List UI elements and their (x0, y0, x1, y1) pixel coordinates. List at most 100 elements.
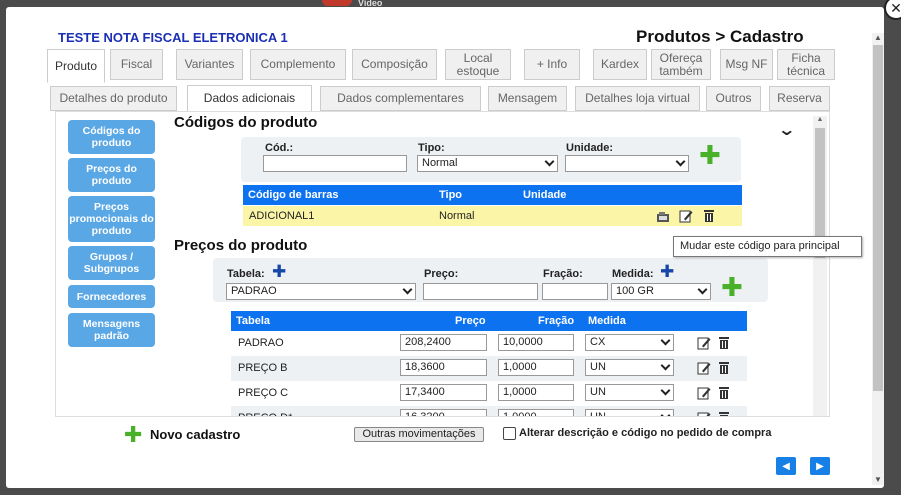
scroll-up-icon[interactable]: ▲ (872, 33, 884, 43)
trash-icon[interactable] (717, 386, 731, 400)
subtab-dados-complementares[interactable]: Dados complementares (320, 86, 481, 111)
company-name: TESTE NOTA FISCAL ELETRONICA 1 (58, 30, 288, 45)
row-fracao-input[interactable]: 1,0000 (498, 359, 574, 376)
tab-msg-nf[interactable]: Msg NF (720, 49, 773, 80)
tabela-label: Tabela: (227, 268, 265, 280)
edit-icon[interactable] (697, 361, 711, 375)
row-preco-input[interactable]: 16,3200 (400, 409, 487, 416)
col-codigo-barras: Código de barras (248, 189, 339, 201)
next-arrow-icon[interactable]: ▶ (810, 457, 830, 475)
fracao-input[interactable] (542, 283, 608, 300)
precos-table-row[interactable]: PREÇO C 17,3400 1,0000 UN (231, 381, 747, 406)
col-fracao: Fração (538, 315, 575, 327)
row-tabela: PREÇO B (238, 362, 288, 374)
precos-table-row[interactable]: PREÇO D* 16,3200 1,0000 UN (231, 406, 747, 417)
modal-scroll-thumb[interactable] (873, 45, 883, 391)
precos-table-row[interactable]: PADRAO 208,2400 10,0000 CX (231, 331, 747, 356)
tipo-label: Tipo: (418, 142, 445, 154)
tabela-select-value: PADRAO (231, 285, 277, 297)
row-fracao-input[interactable]: 1,0000 (498, 384, 574, 401)
alterar-descricao-label: Alterar descrição e código no pedido de … (519, 427, 772, 439)
row-preco-input[interactable]: 17,3400 (400, 384, 487, 401)
add-codigo-plus-icon[interactable]: ✚ (699, 142, 721, 168)
row-medida-select[interactable]: UN (585, 384, 674, 401)
content-frame: Códigos do produto Preços do produto Pre… (55, 111, 830, 417)
subtab-dados-adicionais[interactable]: Dados adicionais (187, 85, 312, 112)
subtab-reserva[interactable]: Reserva (769, 86, 830, 111)
trash-icon[interactable] (717, 361, 731, 375)
chevron-down-icon (402, 284, 413, 295)
subtab-detalhes-loja-virtual[interactable]: Detalhes loja virtual (575, 86, 700, 111)
tab-label: Complemento (260, 57, 336, 71)
preco-input[interactable] (423, 283, 538, 300)
row-medida-select[interactable]: UN (585, 409, 674, 416)
trash-icon[interactable] (717, 336, 731, 350)
subtab-outros[interactable]: Outros (706, 86, 761, 111)
trash-icon[interactable] (717, 411, 731, 417)
tab-label: Ficha técnica (786, 50, 826, 78)
add-preco-plus-icon[interactable]: ✚ (721, 274, 743, 300)
row-preco-input[interactable]: 18,3600 (400, 359, 487, 376)
tab-ofereca-tambem[interactable]: Ofereça também (651, 49, 711, 80)
precos-table-row[interactable]: PREÇO B 18,3600 1,0000 UN (231, 356, 747, 381)
tab-local-estoque[interactable]: Local estoque (445, 49, 511, 80)
tab-kardex[interactable]: Kardex (593, 49, 647, 80)
tab-label: Detalhes loja virtual (585, 91, 690, 105)
cod-input[interactable] (263, 155, 407, 172)
scroll-down-icon[interactable]: ▼ (872, 475, 884, 485)
tab-ficha-tecnica[interactable]: Ficha técnica (777, 49, 835, 80)
trash-icon[interactable] (702, 209, 716, 223)
chevron-down-icon (675, 156, 686, 167)
alterar-descricao-checkbox[interactable] (503, 427, 516, 440)
row-fracao-input[interactable]: 1,0000 (498, 409, 574, 416)
col-tabela: Tabela (236, 315, 271, 327)
subtab-detalhes-produto[interactable]: Detalhes do produto (50, 86, 177, 111)
tab-variantes[interactable]: Variantes (176, 49, 243, 80)
medida-label: Medida: (612, 268, 654, 280)
set-principal-icon[interactable] (656, 210, 670, 224)
add-medida-plus-icon[interactable]: ✚ (660, 263, 674, 280)
add-tabela-plus-icon[interactable]: ✚ (272, 263, 286, 280)
side-button-codigos[interactable]: Códigos do produto (68, 120, 155, 154)
novo-cadastro-button[interactable]: Novo cadastro (150, 427, 240, 442)
tab-composicao[interactable]: Composição (352, 49, 437, 80)
inner-scrollbar[interactable]: ▲ (813, 116, 827, 416)
row-medida-select[interactable]: UN (585, 359, 674, 376)
col-unidade: Unidade (523, 189, 567, 201)
tipo-select[interactable]: Normal (417, 155, 558, 172)
row-preco-input[interactable]: 208,2400 (400, 334, 487, 351)
edit-icon[interactable] (679, 209, 693, 223)
row-medida-value: CX (590, 336, 606, 348)
edit-icon[interactable] (697, 336, 711, 350)
tab-complemento[interactable]: Complemento (250, 49, 346, 80)
tab-produto[interactable]: Produto (47, 49, 105, 83)
outras-movimentacoes-button[interactable]: Outras movimentações (354, 427, 484, 442)
row-medida-select[interactable]: CX (585, 334, 674, 351)
previous-arrow-icon[interactable]: ◀ (776, 457, 796, 475)
tab-fiscal[interactable]: Fiscal (110, 49, 163, 80)
row-fracao-input[interactable]: 10,0000 (498, 334, 574, 351)
collapse-chevron-icon[interactable]: ⌄ (777, 120, 796, 140)
edit-icon[interactable] (697, 386, 711, 400)
cod-label: Cód.: (265, 142, 294, 154)
tab-label: Local estoque (456, 50, 500, 78)
side-button-precos-promocionais[interactable]: Preços promocionais do produto (68, 196, 155, 242)
novo-cadastro-plus-icon[interactable]: ✚ (124, 424, 142, 446)
subtab-mensagem[interactable]: Mensagem (488, 86, 567, 111)
medida-select-value: 100 GR (616, 285, 654, 297)
scroll-up-icon[interactable]: ▲ (813, 116, 827, 123)
precos-title: Preços do produto (174, 237, 308, 254)
side-button-precos[interactable]: Preços do produto (68, 158, 155, 192)
side-button-mensagens[interactable]: Mensagens padrão (68, 313, 155, 347)
tab-mais-info[interactable]: + Info (524, 49, 580, 80)
medida-select[interactable]: 100 GR (611, 283, 711, 300)
side-button-fornecedores[interactable]: Fornecedores (68, 285, 155, 308)
side-button-grupos[interactable]: Grupos / Subgrupos (68, 246, 155, 280)
codigos-table-row[interactable]: ADICIONAL1 Normal (243, 206, 742, 226)
row-code: ADICIONAL1 (249, 210, 315, 222)
tabela-select[interactable]: PADRAO (226, 283, 416, 300)
unidade-select[interactable] (565, 155, 689, 172)
tab-label: Detalhes do produto (59, 91, 168, 105)
modal-scrollbar[interactable]: ▲ ▼ (872, 33, 884, 485)
edit-icon[interactable] (697, 411, 711, 417)
